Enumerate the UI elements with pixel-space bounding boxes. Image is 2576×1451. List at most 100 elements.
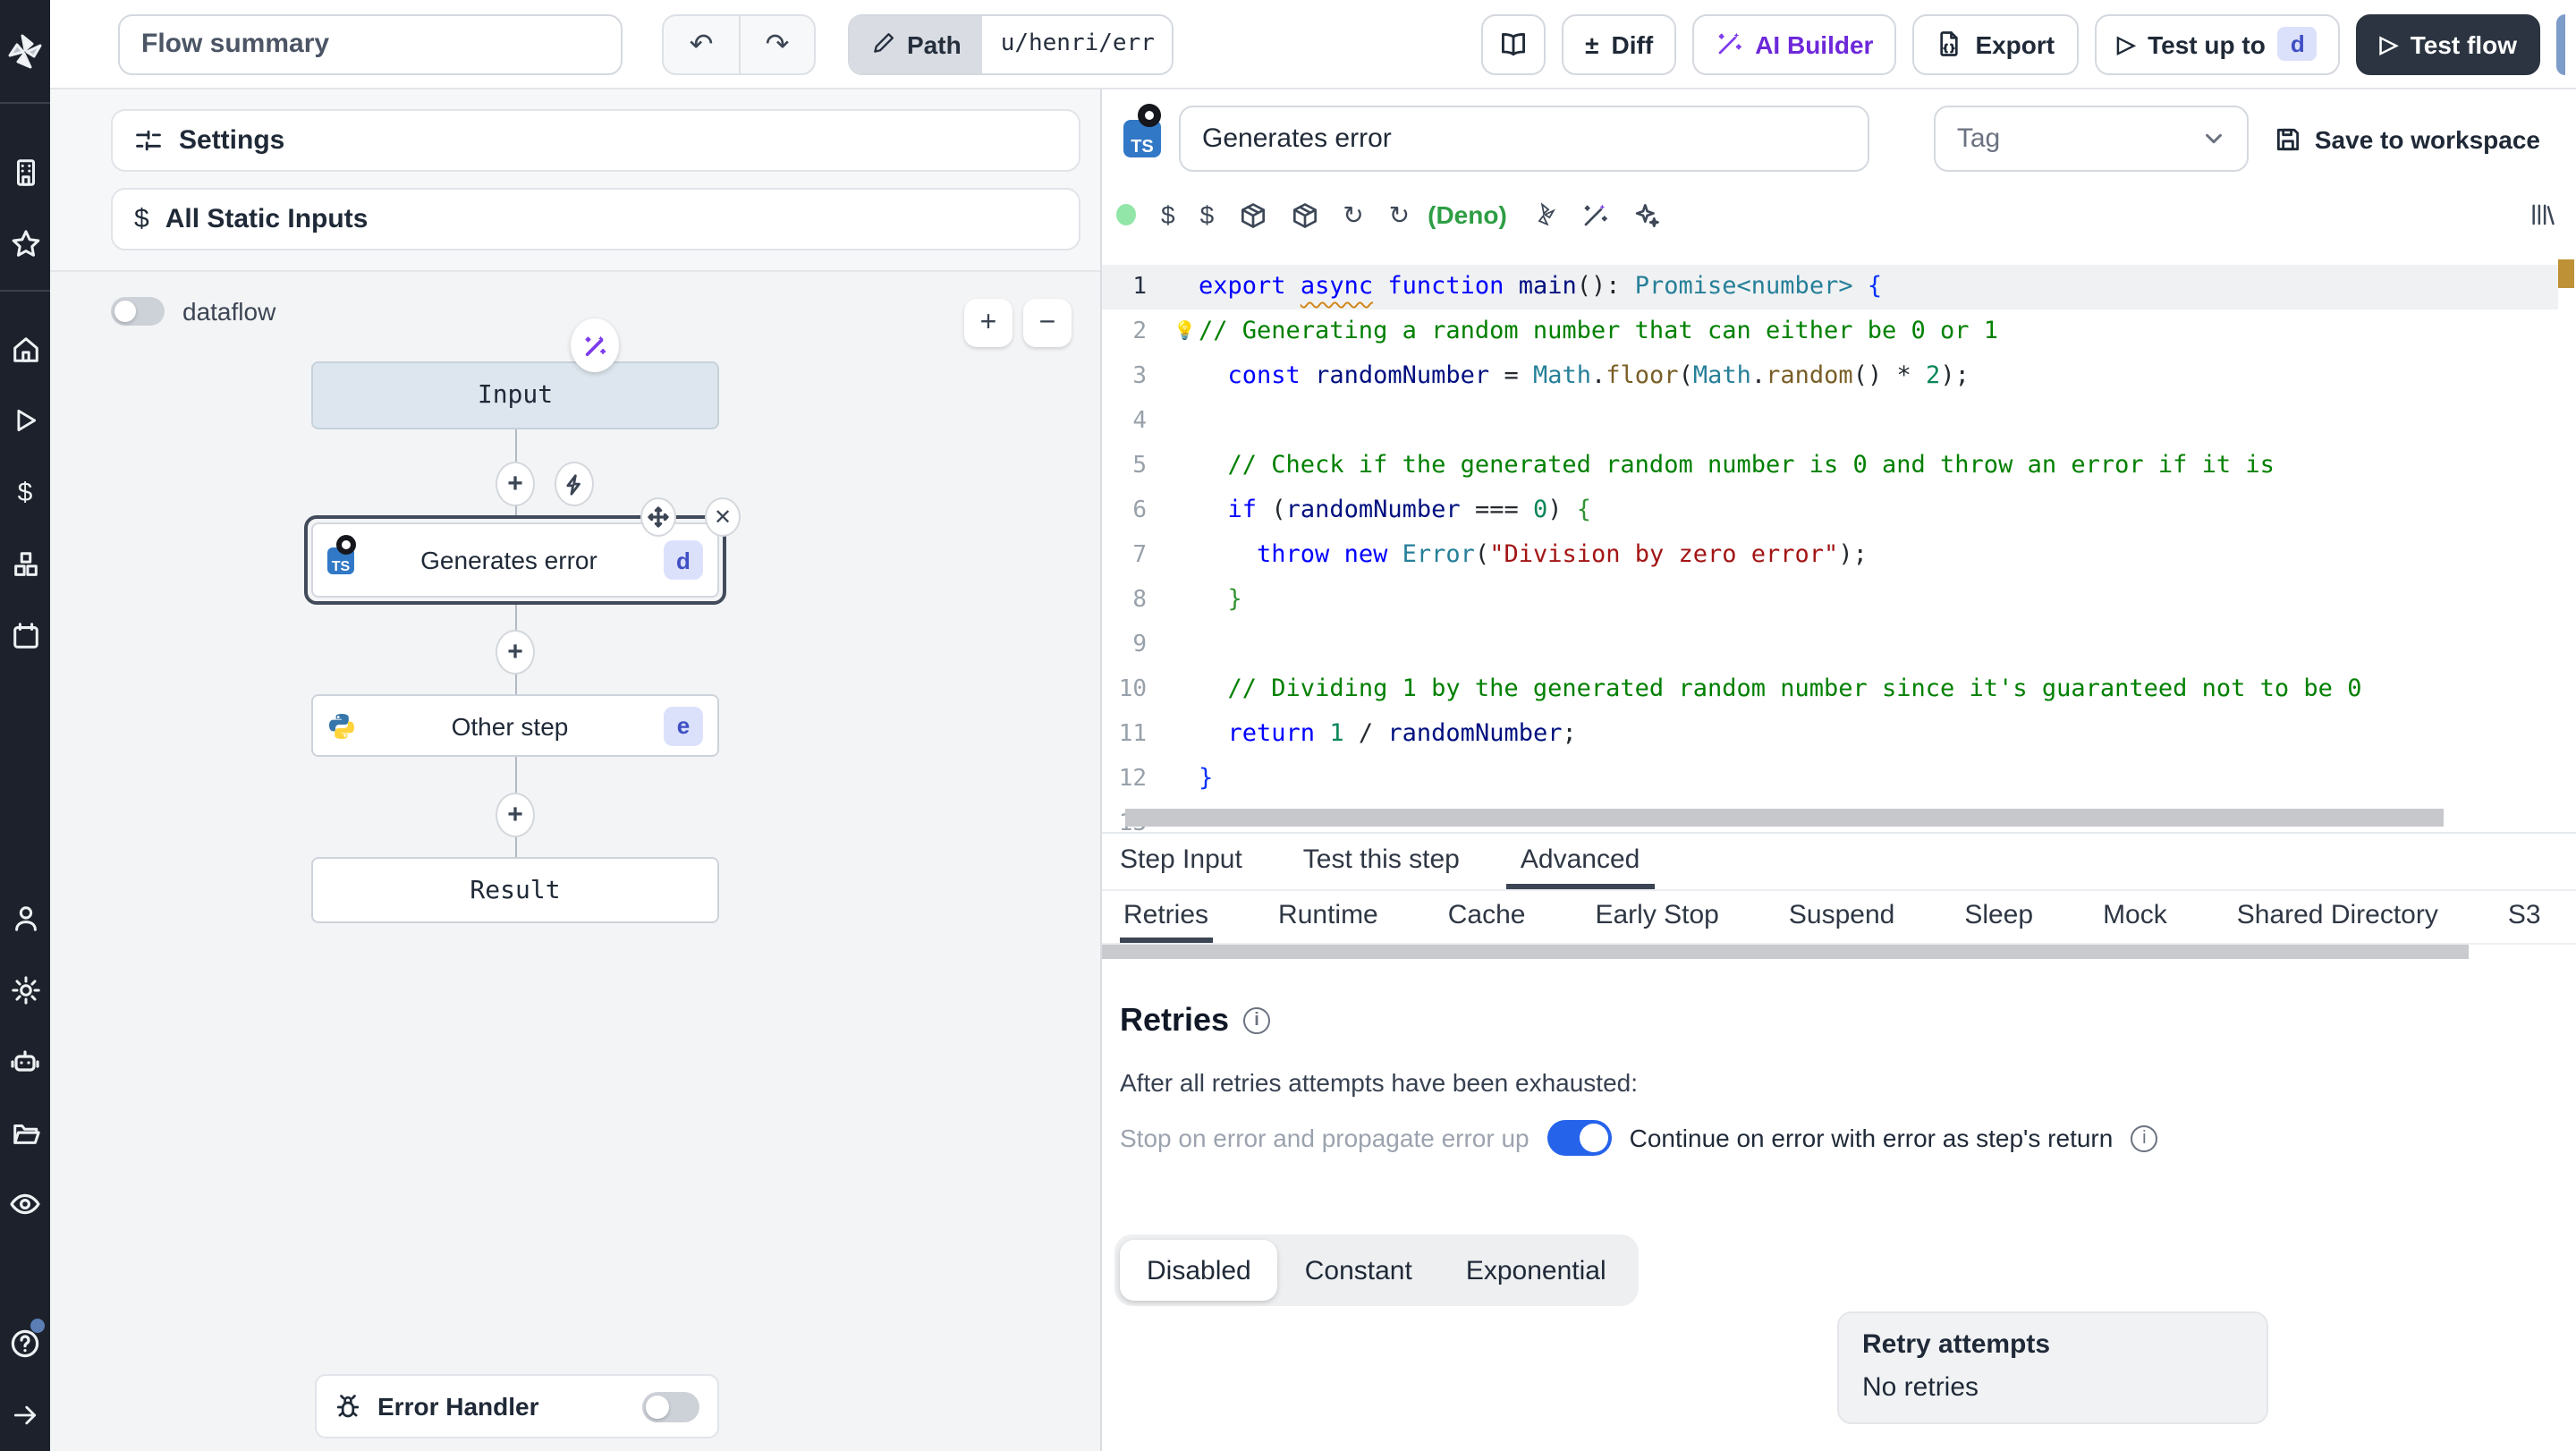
lightning-icon bbox=[566, 473, 580, 495]
undo-button[interactable]: ↶ bbox=[664, 15, 739, 72]
save-to-workspace-button[interactable]: Save to workspace bbox=[2267, 124, 2558, 153]
resource-picker-icon[interactable]: $ bbox=[1200, 200, 1215, 229]
node-result[interactable]: Result bbox=[311, 857, 719, 923]
add-step-button[interactable] bbox=[496, 462, 535, 506]
dataflow-toggle[interactable] bbox=[111, 297, 165, 326]
sidebar-workers-icon[interactable] bbox=[0, 1025, 50, 1097]
subtab-runtime[interactable]: Runtime bbox=[1275, 891, 1382, 943]
flow-summary-input[interactable] bbox=[118, 13, 623, 74]
add-step-button[interactable] bbox=[496, 630, 535, 675]
tab-step-input[interactable]: Step Input bbox=[1106, 834, 1257, 889]
package-icon[interactable] bbox=[1239, 201, 1266, 228]
tag-select[interactable]: Tag bbox=[1933, 106, 2249, 172]
top-toolbar: ↶ ↷ Path u/henri/err ± Diff AI Builder bbox=[50, 0, 2576, 89]
code-line-5: 5 // Check if the generated random numbe… bbox=[1132, 451, 2275, 479]
code-line-1: 1 export async function main(): Promise<n… bbox=[1102, 265, 2558, 310]
sidebar-help-icon[interactable] bbox=[0, 1308, 50, 1379]
info-icon[interactable] bbox=[1243, 1007, 1271, 1034]
export-button[interactable]: Export bbox=[1912, 13, 2079, 74]
continue-on-error-toggle[interactable] bbox=[1546, 1120, 1612, 1156]
retries-exhausted-text: After all retries attempts have been exh… bbox=[1120, 1068, 1638, 1097]
path-value[interactable]: u/henri/err bbox=[982, 15, 1173, 72]
flow-canvas[interactable]: dataflow + − Input TS bbox=[50, 272, 1100, 1451]
move-step-handle[interactable] bbox=[640, 497, 676, 537]
subtabs-hscrollbar[interactable] bbox=[1102, 945, 2469, 959]
reset-icon[interactable]: ↻ bbox=[1343, 199, 1363, 230]
zoom-in-button[interactable]: + bbox=[964, 299, 1013, 347]
info-icon[interactable] bbox=[2131, 1124, 2158, 1151]
retry-mode-disabled[interactable]: Disabled bbox=[1120, 1240, 1278, 1301]
node-step2-title: Other step bbox=[451, 711, 569, 740]
step-name-input[interactable] bbox=[1179, 106, 1869, 172]
code-editor[interactable]: 1 export async function main(): Promise<n… bbox=[1102, 242, 2576, 832]
tab-advanced[interactable]: Advanced bbox=[1505, 834, 1655, 889]
node-input[interactable]: Input bbox=[311, 361, 719, 429]
dollar-icon: $ bbox=[134, 204, 149, 234]
error-handler-row[interactable]: Error Handler bbox=[315, 1374, 719, 1438]
sidebar-favorites-icon[interactable] bbox=[0, 208, 50, 279]
sidebar-expand-icon[interactable] bbox=[0, 1379, 50, 1451]
retries-title: Retries bbox=[1120, 1002, 1230, 1038]
code-line-12: 12} bbox=[1118, 764, 1214, 793]
all-static-inputs-button[interactable]: $ All Static Inputs bbox=[111, 188, 1080, 250]
deploy-button-edge[interactable] bbox=[2556, 13, 2565, 74]
zoom-out-button[interactable]: − bbox=[1023, 299, 1072, 347]
sidebar-settings-icon[interactable] bbox=[0, 954, 50, 1025]
node-step1-title: Generates error bbox=[420, 546, 597, 574]
step-language-icon: TS bbox=[1123, 104, 1161, 157]
delete-step-button[interactable]: ✕ bbox=[705, 497, 741, 537]
subtab-early-stop[interactable]: Early Stop bbox=[1591, 891, 1722, 943]
tab-test-this-step[interactable]: Test this step bbox=[1289, 834, 1474, 889]
sidebar-home-icon[interactable] bbox=[0, 313, 50, 385]
windmill-assistant-icon[interactable] bbox=[1532, 202, 1557, 227]
sidebar-variables-icon[interactable]: $ bbox=[0, 456, 50, 528]
variable-picker-icon[interactable]: $ bbox=[1161, 200, 1175, 229]
subtab-retries[interactable]: Retries bbox=[1120, 891, 1213, 943]
diff-button[interactable]: ± Diff bbox=[1562, 13, 1677, 74]
plus-minus-icon: ± bbox=[1585, 30, 1599, 58]
subtab-sleep[interactable]: Sleep bbox=[1961, 891, 2037, 943]
node-step1-selected: TS Generates error d ✕ bbox=[304, 497, 741, 605]
sidebar-folders-icon[interactable] bbox=[0, 1097, 50, 1168]
test-up-to-button[interactable]: ▷ Test up to d bbox=[2094, 13, 2341, 74]
reload-runtime-icon[interactable]: ↻ bbox=[1389, 199, 1410, 230]
book-open-icon bbox=[1502, 32, 1526, 55]
library-icon[interactable] bbox=[2529, 202, 2555, 227]
sidebar-schedules-icon[interactable] bbox=[0, 599, 50, 671]
chevron-down-icon bbox=[2205, 133, 2222, 144]
code-line-9: 9 bbox=[1132, 632, 1147, 658]
continue-on-error-label: Continue on error with error as step's r… bbox=[1629, 1124, 2114, 1152]
add-step-button[interactable] bbox=[496, 793, 535, 837]
error-handler-label: Error Handler bbox=[377, 1392, 539, 1421]
test-flow-button[interactable]: ▷ Test flow bbox=[2356, 13, 2540, 74]
retry-mode-exponential[interactable]: Exponential bbox=[1439, 1240, 1633, 1301]
package-icon[interactable] bbox=[1291, 201, 1318, 228]
sparkles-icon[interactable] bbox=[1634, 201, 1661, 228]
sidebar-audit-icon[interactable] bbox=[0, 1168, 50, 1240]
node-step2[interactable]: Other step e bbox=[311, 694, 719, 757]
retry-mode-constant[interactable]: Constant bbox=[1278, 1240, 1439, 1301]
subtab-mock[interactable]: Mock bbox=[2099, 891, 2171, 943]
sidebar-user-icon[interactable] bbox=[0, 882, 50, 954]
flow-settings-button[interactable]: Settings bbox=[111, 109, 1080, 172]
subtab-s3[interactable]: S3 bbox=[2504, 891, 2545, 943]
edit-path-button[interactable]: Path bbox=[850, 15, 983, 72]
stop-on-error-label: Stop on error and propagate error up bbox=[1120, 1124, 1530, 1152]
error-handler-toggle[interactable] bbox=[642, 1391, 699, 1421]
subtab-suspend[interactable]: Suspend bbox=[1785, 891, 1898, 943]
subtab-cache[interactable]: Cache bbox=[1445, 891, 1530, 943]
windmill-logo-icon[interactable] bbox=[0, 16, 50, 88]
ai-gen-wand-icon[interactable] bbox=[1582, 201, 1609, 228]
trigger-button[interactable] bbox=[555, 462, 594, 506]
docs-button[interactable] bbox=[1481, 13, 1546, 74]
editor-toolbar: $ $ ↻ ↻ (Deno) bbox=[1102, 188, 2576, 242]
sidebar-workspace-icon[interactable] bbox=[0, 136, 50, 208]
editor-hscrollbar[interactable] bbox=[1125, 809, 2444, 827]
redo-button[interactable]: ↷ bbox=[739, 15, 814, 72]
sidebar-resources-icon[interactable] bbox=[0, 528, 50, 599]
ai-builder-button[interactable]: AI Builder bbox=[1692, 13, 1897, 74]
sidebar-runs-icon[interactable] bbox=[0, 385, 50, 456]
notification-dot bbox=[30, 1319, 45, 1333]
ai-flow-wand-button[interactable] bbox=[571, 318, 619, 372]
subtab-shared-directory[interactable]: Shared Directory bbox=[2233, 891, 2442, 943]
